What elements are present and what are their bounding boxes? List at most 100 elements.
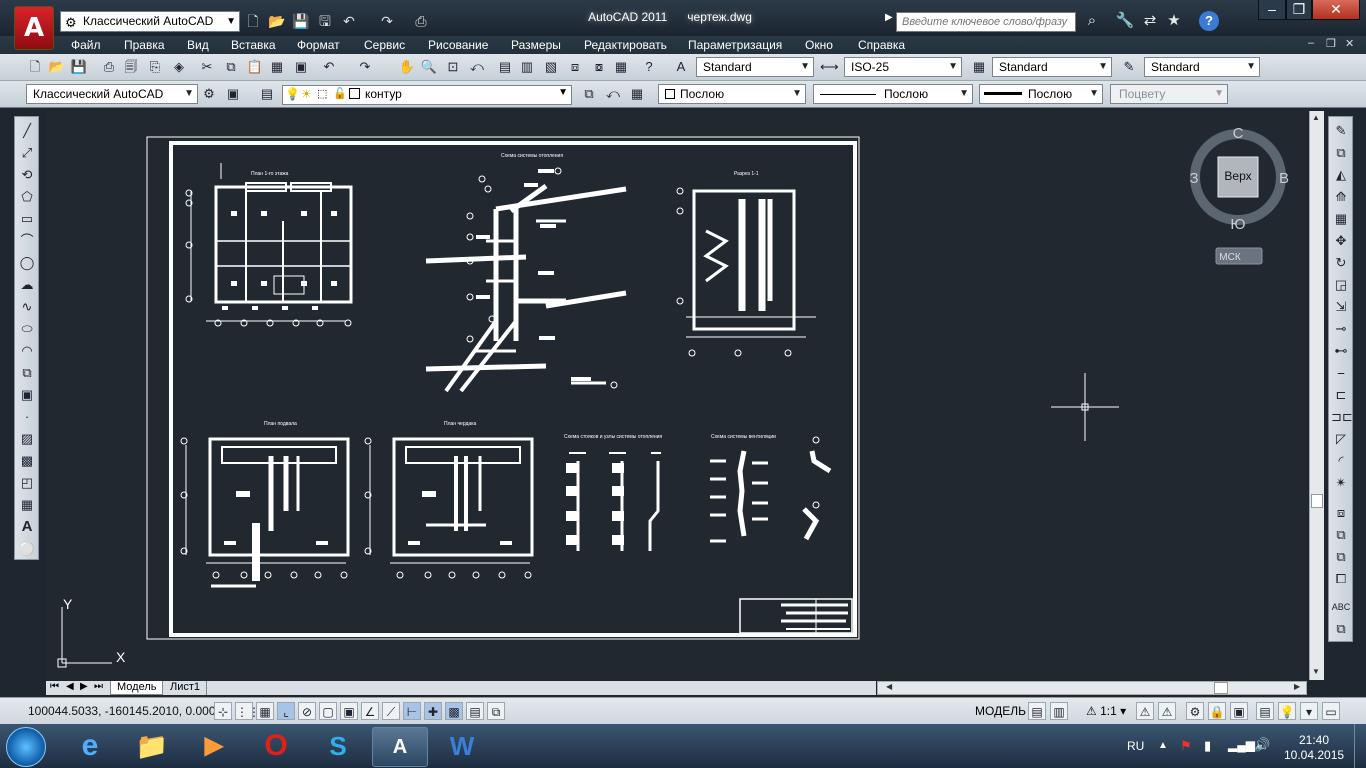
save-icon[interactable]: 💾 [292, 12, 310, 30]
chamfer-icon[interactable]: ◸ [1331, 429, 1351, 449]
spline-icon[interactable]: ∿ [17, 297, 37, 317]
save-as-icon[interactable]: 🖫 [316, 12, 334, 30]
draw-order-icon[interactable]: ⧈ [1331, 503, 1351, 523]
print-icon[interactable]: ⎙ [412, 12, 430, 30]
doc-close-icon[interactable]: ✕ [1345, 37, 1354, 50]
block-editor-icon[interactable]: ▣ [292, 58, 310, 76]
dim-style-icon[interactable]: ⟷ [820, 58, 839, 76]
lock-ui-icon[interactable]: 🔒 [1208, 702, 1226, 720]
quick-view-drawings-icon[interactable]: ▥ [1050, 702, 1068, 720]
layer-states-icon[interactable]: ▦ [628, 85, 646, 103]
scroll-up-icon[interactable]: ▲ [1312, 113, 1320, 122]
otrack-icon[interactable]: ∠ [361, 702, 379, 720]
network-icon[interactable]: ▂▄▆ [1228, 738, 1255, 752]
layer-properties-icon[interactable]: ▤ [258, 85, 276, 103]
menu-draw[interactable]: Рисование [428, 36, 488, 54]
tray-expand-icon[interactable]: ▲ [1158, 740, 1168, 751]
polyline-icon[interactable]: ⟲ [17, 165, 37, 185]
zoom-previous-icon[interactable]: ⤺ [468, 58, 486, 76]
join-icon[interactable]: ⊐⊏ [1331, 407, 1353, 427]
vertical-scrollbar[interactable]: ▲ ▼ [1309, 111, 1324, 680]
dim-style-combo[interactable]: ISO-25 ▼ [844, 57, 962, 77]
gradient-icon[interactable]: ▩ [17, 451, 37, 471]
tool-palettes-icon[interactable]: ▧ [542, 58, 560, 76]
autocad-logo[interactable]: A [14, 6, 54, 50]
publish-icon[interactable]: ⎘ [146, 58, 164, 76]
volume-icon[interactable]: 🔊 [1254, 737, 1270, 753]
3d-publish-icon[interactable]: ◈ [170, 58, 188, 76]
gear-icon[interactable]: ⚙ [200, 85, 218, 103]
isolate-objects-icon[interactable]: 💡 [1278, 702, 1296, 720]
3d-osnap-icon[interactable]: ▣ [340, 702, 358, 720]
redo-icon[interactable]: ↷ [356, 58, 374, 76]
menu-tools[interactable]: Сервис [364, 36, 405, 54]
table-style-icon[interactable]: ▦ [970, 58, 988, 76]
scale-icon[interactable]: ◲ [1331, 275, 1351, 295]
stretch-icon[interactable]: ⇲ [1331, 297, 1351, 317]
array-icon[interactable]: ▦ [1331, 209, 1351, 229]
rectangle-icon[interactable]: ▭ [17, 209, 37, 229]
text-style-combo[interactable]: Standard ▼ [696, 57, 814, 77]
new-icon[interactable]: 🗋 [26, 58, 44, 76]
mleader-style-combo[interactable]: Standard ▼ [1144, 57, 1260, 77]
hatch-icon[interactable]: ▨ [17, 429, 37, 449]
osnap-icon[interactable]: ▢ [319, 702, 337, 720]
grid-display-icon[interactable]: ▦ [256, 702, 274, 720]
table-icon[interactable]: ▦ [17, 495, 37, 515]
lineweight-combo[interactable]: Послою ▼ [979, 84, 1103, 104]
paste-icon[interactable]: 📋 [246, 58, 264, 76]
prev-tab-icon[interactable]: ◀ [66, 681, 74, 692]
close-button[interactable]: ✕ [1312, 0, 1360, 20]
mirror-icon[interactable]: ◭ [1331, 165, 1351, 185]
autocad-task-icon[interactable]: A [372, 727, 428, 767]
multiline-text-icon[interactable]: A [17, 517, 37, 537]
search-input[interactable] [902, 16, 1072, 28]
rotate-icon[interactable]: ↻ [1331, 253, 1351, 273]
design-center-icon[interactable]: ▥ [518, 58, 536, 76]
table-style-combo[interactable]: Standard ▼ [992, 57, 1112, 77]
help-icon[interactable]: ? [1199, 11, 1219, 31]
copy-icon[interactable]: ⧉ [222, 58, 240, 76]
trim-icon[interactable]: ⊸ [1331, 319, 1351, 339]
chevron-right-icon[interactable]: ▶ [885, 12, 893, 23]
fillet-icon[interactable]: ◜ [1331, 451, 1351, 471]
mleader-style-icon[interactable]: ✎ [1120, 58, 1138, 76]
break-icon[interactable]: ⊏ [1331, 385, 1351, 405]
menu-parametric[interactable]: Параметризация [688, 36, 782, 54]
workspace-switch-icon[interactable]: ⚙ [1186, 702, 1204, 720]
point-icon[interactable]: · [17, 407, 37, 427]
quick-view-layouts-icon[interactable]: ▤ [1028, 702, 1046, 720]
media-player-icon[interactable]: ▶ [186, 727, 242, 767]
offset-icon[interactable]: ⟰ [1331, 187, 1351, 207]
color-combo[interactable]: Послою ▼ [658, 84, 806, 104]
tab-sheet1[interactable]: Лист1 [164, 681, 208, 695]
quick-properties-icon[interactable]: ▤ [466, 702, 484, 720]
skype-icon[interactable]: S [310, 727, 366, 767]
horizontal-scrollbar[interactable]: ◀ ▶ [877, 681, 1307, 695]
hardware-accel-icon[interactable]: ▤ [1256, 702, 1274, 720]
workspace-combo[interactable]: ⚙ Классический AutoCAD ▼ [60, 11, 240, 32]
text-style-icon[interactable]: A [672, 58, 690, 76]
annotation-scale[interactable]: ⚠ 1:1 ▾ [1086, 704, 1126, 718]
status-menu-icon[interactable]: ▾ [1300, 702, 1318, 720]
menu-dimension[interactable]: Размеры [511, 36, 561, 54]
menu-file[interactable]: Файл [71, 36, 101, 54]
maximize-button[interactable]: ❐ [1286, 0, 1312, 20]
workspace-settings-icon[interactable]: ▣ [224, 85, 242, 103]
preview-icon[interactable]: 🗐 [122, 58, 140, 76]
ellipse-arc-icon[interactable]: ◠ [17, 341, 37, 361]
doc-restore-icon[interactable]: ❐ [1326, 37, 1336, 50]
next-tab-icon[interactable]: ▶ [80, 681, 88, 692]
start-button[interactable] [6, 727, 46, 767]
save-icon[interactable]: 💾 [70, 58, 88, 76]
pan-icon[interactable]: ✋ [398, 58, 416, 76]
ortho-mode-icon[interactable]: ⌞ [277, 702, 295, 720]
transparency-icon[interactable]: ▩ [445, 702, 463, 720]
star-icon[interactable]: ★ [1164, 11, 1184, 31]
cut-icon[interactable]: ✂ [198, 58, 216, 76]
insert-block-icon[interactable]: ⧉ [17, 363, 37, 383]
annotation-visibility-icon[interactable]: ⚠ [1136, 702, 1154, 720]
show-desktop-button[interactable] [1354, 724, 1366, 768]
tab-model[interactable]: Модель [110, 681, 164, 695]
bring-front-icon[interactable]: ⧉ [1331, 525, 1351, 545]
